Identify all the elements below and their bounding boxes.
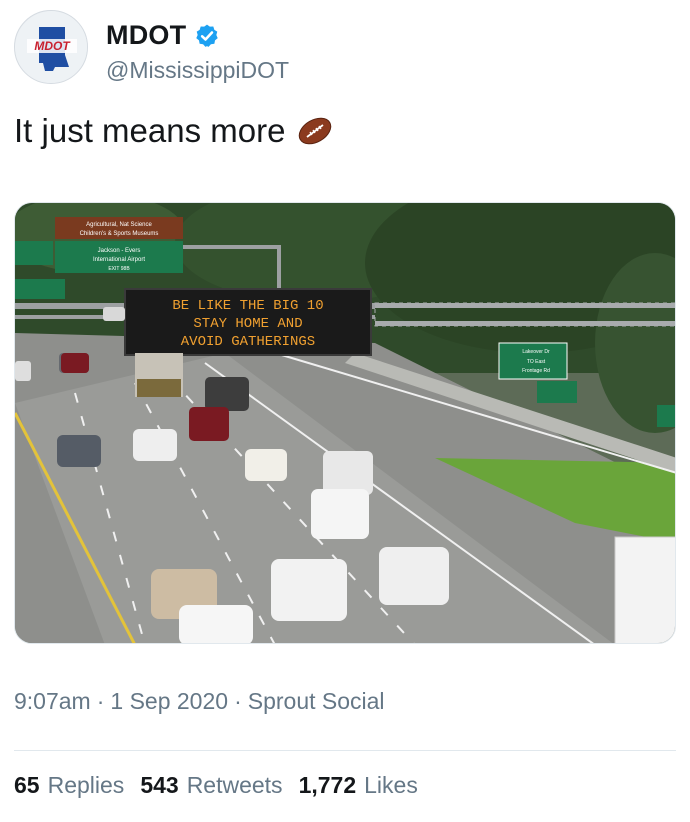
sign-museums-1: Agricultural, Nat Science [86, 222, 152, 228]
football-icon [299, 117, 332, 145]
user-handle[interactable]: @MississippiDOT [106, 57, 289, 84]
divider [14, 750, 676, 751]
tweet-meta: 9:07am · 1 Sep 2020 · Sprout Social [14, 688, 385, 715]
tweet-date[interactable]: 1 Sep 2020 [110, 688, 228, 715]
avatar[interactable]: MDOT [14, 10, 88, 84]
replies-count[interactable]: 65 [14, 772, 40, 799]
right-sign-3: Frontage Rd [522, 368, 550, 374]
tweet-header: MDOT MDOT @MississippiDOT [14, 10, 676, 86]
tweet-stats: 65 Replies 543 Retweets 1,772 Likes [14, 772, 434, 799]
message-line-3: AVOID GATHERINGS [181, 334, 315, 350]
message-line-2: STAY HOME AND [193, 316, 302, 332]
verified-badge-icon [196, 24, 219, 47]
sign-airport-1: Jackson - Evers [98, 248, 141, 254]
likes-count[interactable]: 1,772 [299, 772, 357, 799]
sign-museums-2: Children's & Sports Museums [80, 231, 159, 237]
tweet-media[interactable]: Agricultural, Nat Science Children's & S… [14, 202, 676, 644]
retweets-label[interactable]: Retweets [187, 772, 283, 799]
highway-photo: Agricultural, Nat Science Children's & S… [15, 203, 675, 643]
tweet-text: It just means more [14, 112, 335, 150]
tweet-source[interactable]: Sprout Social [248, 688, 385, 715]
replies-label[interactable]: Replies [48, 772, 125, 799]
right-sign-2: TO East [527, 359, 546, 365]
tweet-time[interactable]: 9:07am [14, 688, 91, 715]
likes-label[interactable]: Likes [364, 772, 418, 799]
message-line-1: BE LIKE THE BIG 10 [172, 298, 323, 314]
mdot-logo-icon: MDOT [15, 11, 87, 83]
tweet-body: It just means more [14, 112, 286, 149]
display-name[interactable]: MDOT [106, 20, 186, 51]
sign-airport-2: International Airport [93, 257, 145, 263]
retweets-count[interactable]: 543 [140, 772, 178, 799]
meta-separator: · [96, 688, 105, 714]
avatar-text: MDOT [34, 39, 71, 53]
sign-exit: EXIT 98B [108, 266, 130, 272]
right-sign-1: Lakeover Dr [522, 349, 550, 355]
meta-separator: · [234, 688, 242, 714]
